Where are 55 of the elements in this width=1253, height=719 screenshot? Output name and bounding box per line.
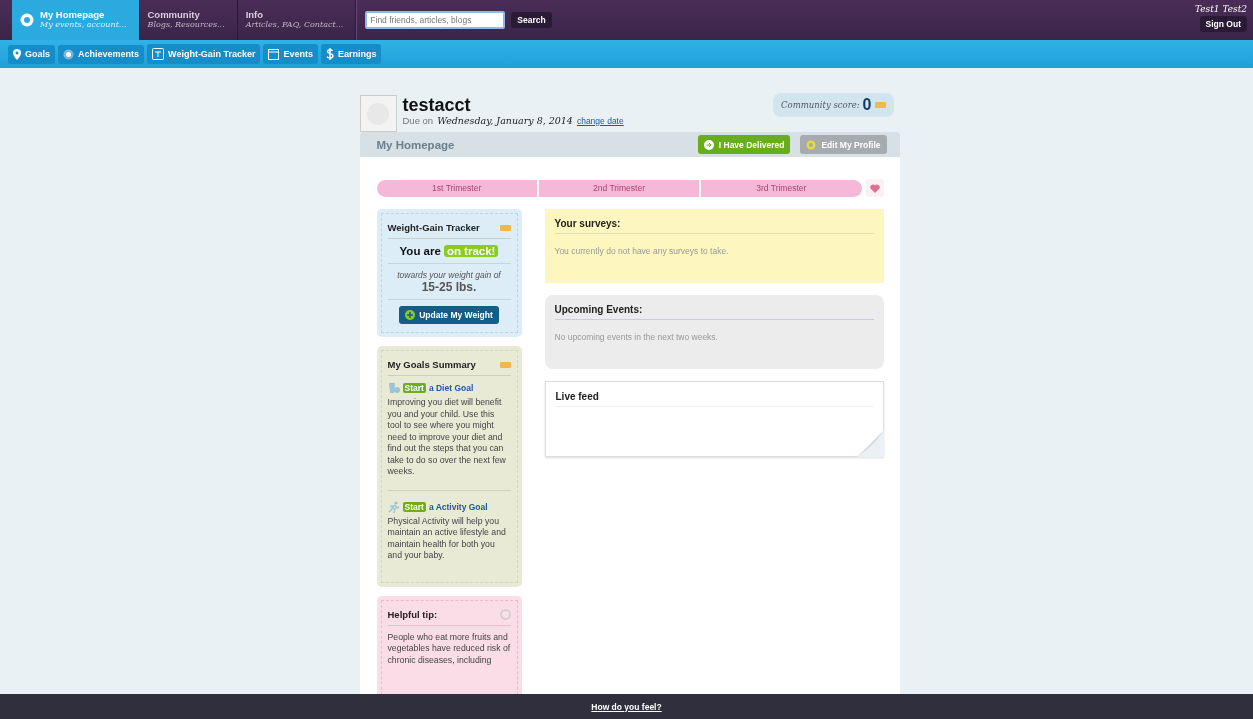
runner-icon (387, 500, 400, 513)
card-title: My Goals Summary (387, 359, 476, 370)
score-value: 0 (862, 96, 872, 114)
empty-message: You currently do not have any surveys to take. (554, 246, 730, 256)
subnav-link[interactable]: Weight-Gain Tracker (147, 44, 261, 64)
goal-link[interactable]: a Activity Goal (428, 501, 488, 512)
status-badge: on track! (443, 245, 499, 257)
card-title: Weight-Gain Tracker (387, 222, 480, 233)
goal-description: Physical Activity will help you maintain an active lifestyle and maintain health for both you and your baby. (387, 515, 507, 562)
username: testacct (402, 95, 472, 115)
goal-link[interactable]: a Diet Goal (428, 383, 474, 393)
tag-icon (499, 224, 511, 231)
sign-out-button[interactable]: Sign Out (1199, 16, 1247, 32)
trimester-label: 2nd Trimester (536, 179, 700, 197)
tag-icon (874, 102, 886, 108)
gear-icon (806, 139, 817, 150)
due-date: Wednesday, January 8, 2014 (437, 115, 573, 126)
range-note: towards your weight gain of (396, 270, 503, 280)
change-date-link[interactable]: change date (576, 116, 624, 126)
goal-description: Improving you diet will benefit you and your child. Use this tool to see where you might need to improve your diet and find out the steps that you can take to do so over the next few weeks. (387, 397, 507, 478)
avatar-placeholder (359, 95, 397, 132)
status-text: You are (399, 245, 441, 257)
subnav-link[interactable]: Earnings (320, 44, 382, 64)
pin-icon (13, 48, 21, 60)
subnav-link[interactable]: Goals (8, 44, 55, 64)
tag-icon (499, 361, 511, 368)
due-label: Due on (402, 115, 434, 126)
section-title: Upcoming Events: (554, 304, 874, 320)
arrow-icon (703, 139, 714, 150)
panel-title: My Homepage (376, 138, 455, 151)
feeling-link[interactable]: How do you feel? (591, 701, 662, 712)
search-field[interactable]: Find friends, articles, blogs (365, 11, 506, 29)
section-title: Live feed (555, 391, 873, 407)
search-button[interactable]: Search (511, 12, 552, 28)
update-weight-button[interactable]: Update My Weight (399, 306, 499, 324)
tip-text: People who eat more fruits and vegetables have reduced risk of chronic diseases, including (387, 631, 511, 666)
calendar-icon (268, 48, 280, 60)
subnav-link[interactable]: Events (263, 44, 318, 64)
trimester-label: 3rd Trimester (699, 179, 862, 197)
cup-icon (387, 382, 400, 394)
subnav-link[interactable]: Achievements (58, 44, 145, 64)
plus-icon (405, 310, 416, 320)
weight-range: 15-25 lbs. (387, 280, 511, 300)
heart-icon (869, 183, 880, 193)
card-title: Helpful tip: (387, 608, 438, 620)
medal-icon (63, 48, 74, 60)
user-name: Test1 Test2 (1194, 4, 1247, 14)
logo-icon (20, 13, 34, 27)
score-label: Community score: (781, 100, 860, 110)
empty-message: No upcoming events in the next two weeks. (554, 332, 719, 342)
trimester-label: 1st Trimester (431, 182, 483, 195)
start-tag: Start (402, 383, 426, 393)
dollar-icon (325, 48, 334, 60)
section-title: Your surveys: (554, 218, 874, 234)
start-tag: Start (402, 501, 426, 512)
